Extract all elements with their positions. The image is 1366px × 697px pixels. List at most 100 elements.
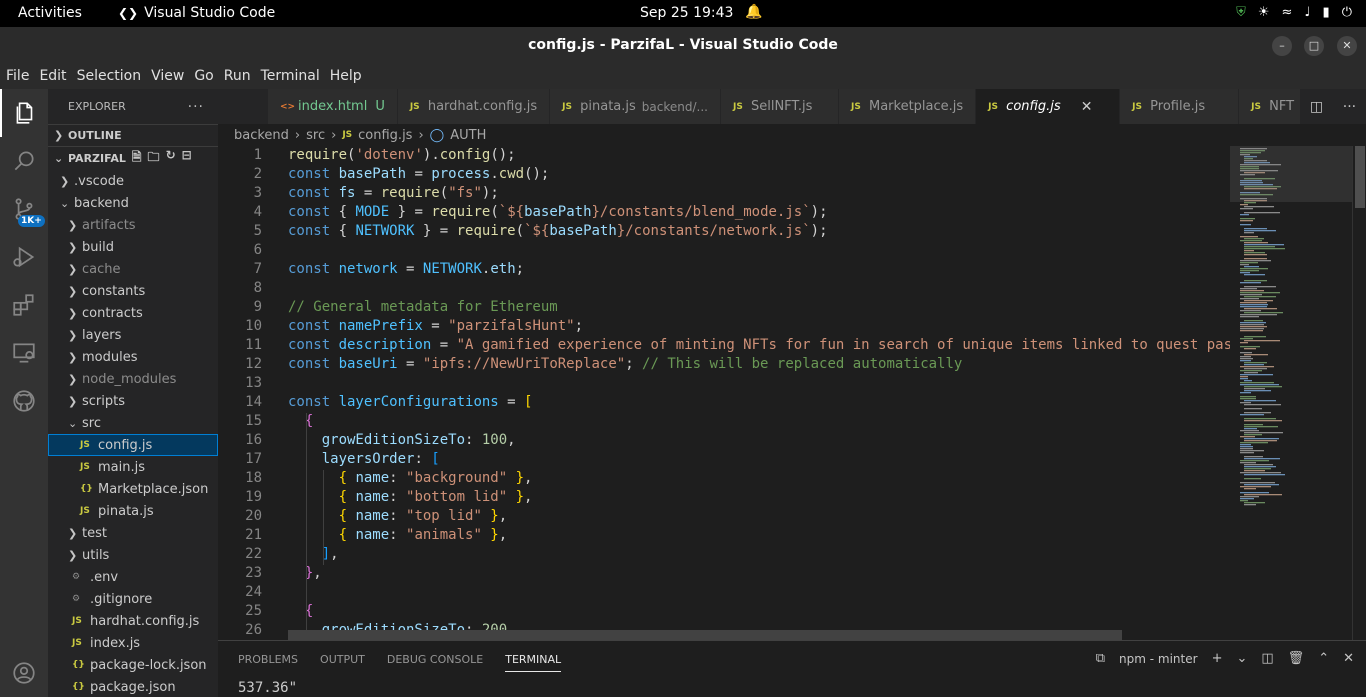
- folder-item[interactable]: ❯ cache: [48, 258, 218, 280]
- folder-item[interactable]: ❯ node_modules: [48, 368, 218, 390]
- minimap-line: [1240, 220, 1253, 222]
- menu-run[interactable]: Run: [218, 64, 255, 89]
- code-editor[interactable]: 1 require('dotenv').config(); 2 const baseP…: [218, 146, 1230, 640]
- run-debug-icon[interactable]: [0, 233, 48, 281]
- code-token: require: [288, 147, 348, 163]
- minimap[interactable]: [1230, 146, 1352, 640]
- code-text: {: [288, 603, 313, 619]
- menu-file[interactable]: File: [0, 64, 33, 89]
- split-terminal-icon[interactable]: ◫: [1261, 651, 1273, 666]
- folder-item[interactable]: ❯ contracts: [48, 302, 218, 324]
- menu-view[interactable]: View: [145, 64, 188, 89]
- code-token: =: [397, 261, 423, 277]
- trash-icon[interactable]: 🗑: [1288, 651, 1305, 666]
- code-token: .: [490, 166, 499, 182]
- file-item[interactable]: JS main.js: [48, 456, 218, 478]
- system-tray[interactable]: ⛨ ☀ ≈ ♩ ▮ ⏻: [1236, 5, 1352, 20]
- close-icon[interactable]: ✕: [1337, 36, 1357, 56]
- file-item[interactable]: {} package-lock.json: [48, 654, 218, 676]
- folder-item[interactable]: ❯ artifacts: [48, 214, 218, 236]
- tab-config-js[interactable]: JS config.js ✕: [976, 89, 1121, 124]
- tab-pinata-js[interactable]: JS pinata.js backend/...: [550, 89, 721, 124]
- menu-go[interactable]: Go: [188, 64, 217, 89]
- search-icon[interactable]: [0, 137, 48, 185]
- accounts-icon[interactable]: [0, 649, 48, 697]
- folder-item[interactable]: ❯ layers: [48, 324, 218, 346]
- folder-item[interactable]: ⌄ src: [48, 412, 218, 434]
- minimap-line: [1244, 238, 1264, 240]
- activities-button[interactable]: Activities: [18, 5, 82, 21]
- outline-section[interactable]: ❯ OUTLINE: [48, 124, 218, 146]
- terminal-name[interactable]: npm - minter: [1119, 652, 1198, 666]
- folder-item[interactable]: ❯ utils: [48, 544, 218, 566]
- more-actions-icon[interactable]: ···: [1343, 99, 1356, 115]
- file-item[interactable]: JS index.js: [48, 632, 218, 654]
- menu-terminal[interactable]: Terminal: [255, 64, 324, 89]
- tab-debug-console[interactable]: DEBUG CONSOLE: [387, 653, 483, 672]
- folder-item[interactable]: ❯ scripts: [48, 390, 218, 412]
- breadcrumb-item[interactable]: backend: [234, 128, 289, 143]
- new-file-icon[interactable]: 🗎: [132, 148, 142, 169]
- refresh-icon[interactable]: ↻: [166, 148, 176, 169]
- file-item[interactable]: {} Marketplace.json: [48, 478, 218, 500]
- folder-item[interactable]: ❯ test: [48, 522, 218, 544]
- scrollbar-thumb[interactable]: [1355, 146, 1365, 208]
- explorer-icon[interactable]: [0, 89, 48, 137]
- horizontal-scrollbar[interactable]: [288, 630, 1122, 640]
- tab-profile-js[interactable]: JS Profile.js: [1120, 89, 1240, 124]
- vertical-scrollbar[interactable]: [1352, 146, 1366, 640]
- github-icon[interactable]: [0, 377, 48, 425]
- breadcrumb-item[interactable]: AUTH: [450, 128, 486, 143]
- close-panel-icon[interactable]: ✕: [1343, 651, 1354, 666]
- project-section[interactable]: ⌄ PARZIFAL 🗎 🗀 ↻ ⊟: [48, 146, 218, 170]
- menu-selection[interactable]: Selection: [71, 64, 146, 89]
- maximize-panel-icon[interactable]: ⌃: [1318, 651, 1329, 666]
- breadcrumb-item[interactable]: src: [306, 128, 325, 143]
- close-tab-icon[interactable]: ✕: [1081, 99, 1093, 115]
- new-folder-icon[interactable]: 🗀: [148, 148, 160, 169]
- remote-explorer-icon[interactable]: [0, 329, 48, 377]
- folder-item[interactable]: ❯ modules: [48, 346, 218, 368]
- folder-item[interactable]: ⌄ backend: [48, 192, 218, 214]
- maximize-icon[interactable]: □: [1304, 36, 1324, 56]
- file-item[interactable]: JS pinata.js: [48, 500, 218, 522]
- code-token: const: [288, 166, 339, 182]
- tree-item-label: constants: [82, 283, 146, 299]
- tab-description: backend/...: [641, 99, 708, 114]
- tab-output[interactable]: OUTPUT: [320, 653, 365, 672]
- tab-index-html[interactable]: <> index.html U: [268, 89, 398, 124]
- chevron-right-icon: ›: [418, 127, 424, 143]
- menu-help[interactable]: Help: [324, 64, 366, 89]
- app-menu[interactable]: ❮❯ Visual Studio Code: [118, 5, 275, 21]
- source-control-icon[interactable]: 1K+: [0, 185, 48, 233]
- file-item[interactable]: JS hardhat.config.js: [48, 610, 218, 632]
- folder-item[interactable]: ❯ build: [48, 236, 218, 258]
- tab-marketplace-js[interactable]: JS Marketplace.js: [838, 89, 977, 124]
- tab-hardhat-config-js[interactable]: JS hardhat.config.js: [397, 89, 551, 124]
- minimize-icon[interactable]: –: [1272, 36, 1292, 56]
- tab-problems[interactable]: PROBLEMS: [238, 653, 298, 672]
- clock[interactable]: Sep 25 19:43: [640, 5, 733, 21]
- more-actions-icon[interactable]: ···: [188, 99, 204, 115]
- code-token: name: [355, 508, 390, 524]
- minimap-line: [1244, 348, 1256, 350]
- file-item[interactable]: ⚙ .gitignore: [48, 588, 218, 610]
- tab-sellnft-js[interactable]: JS SellNFT.js: [720, 89, 839, 124]
- file-item[interactable]: {} package.json: [48, 676, 218, 697]
- file-item[interactable]: JS config.js: [48, 434, 218, 456]
- line-number: 24: [245, 584, 262, 600]
- collapse-all-icon[interactable]: ⊟: [182, 148, 192, 169]
- code-text: const layerConfigurations = [: [288, 394, 532, 410]
- file-item[interactable]: ⚙ .env: [48, 566, 218, 588]
- folder-item[interactable]: ❯ .vscode: [48, 170, 218, 192]
- code-line: 12 const baseUri = "ipfs://NewUriToReplac…: [218, 356, 1230, 375]
- split-editor-icon[interactable]: ◫: [1310, 99, 1323, 115]
- folder-item[interactable]: ❯ constants: [48, 280, 218, 302]
- menu-edit[interactable]: Edit: [33, 64, 70, 89]
- extensions-icon[interactable]: [0, 281, 48, 329]
- breadcrumb-item[interactable]: config.js: [358, 128, 412, 143]
- chevron-down-icon[interactable]: ⌄: [1236, 651, 1247, 666]
- tab-terminal[interactable]: TERMINAL: [505, 653, 562, 672]
- minimap-viewport[interactable]: [1230, 146, 1352, 202]
- add-terminal-icon[interactable]: +: [1212, 651, 1223, 666]
